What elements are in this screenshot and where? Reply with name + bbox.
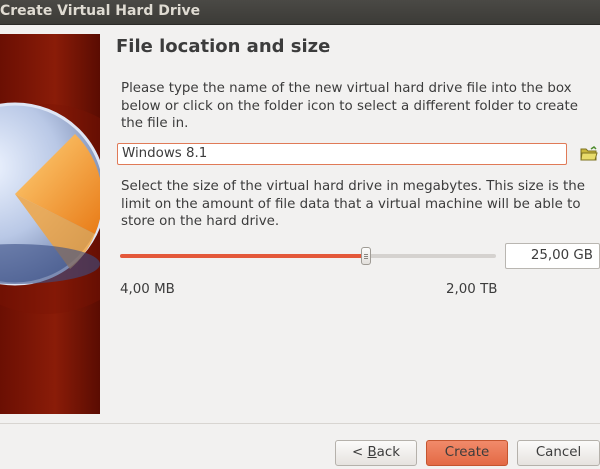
create-button[interactable]: Create — [426, 440, 508, 466]
file-name-field[interactable]: Windows 8.1 — [117, 143, 567, 165]
separator — [0, 423, 600, 424]
size-slider[interactable] — [120, 247, 496, 265]
hard-drive-art — [0, 34, 100, 414]
size-description: Select the size of the virtual hard driv… — [121, 179, 585, 229]
page-title: File location and size — [116, 36, 331, 57]
back-prefix: < — [352, 445, 368, 460]
back-button[interactable]: < Back — [335, 440, 417, 466]
slider-fill — [120, 254, 366, 258]
back-rest: ack — [376, 445, 400, 460]
location-description: Please type the name of the new virtual … — [121, 81, 578, 131]
window-titlebar[interactable]: Create Virtual Hard Drive — [0, 0, 600, 25]
slider-handle[interactable] — [361, 247, 371, 265]
folder-open-icon[interactable] — [580, 146, 598, 162]
size-field[interactable]: 25,00 GB — [505, 243, 600, 269]
max-size-label: 2,00 TB — [446, 282, 498, 297]
back-mnemonic: B — [367, 445, 377, 460]
cancel-button[interactable]: Cancel — [517, 440, 600, 466]
min-size-label: 4,00 MB — [120, 282, 175, 297]
window-title: Create Virtual Hard Drive — [0, 3, 201, 19]
